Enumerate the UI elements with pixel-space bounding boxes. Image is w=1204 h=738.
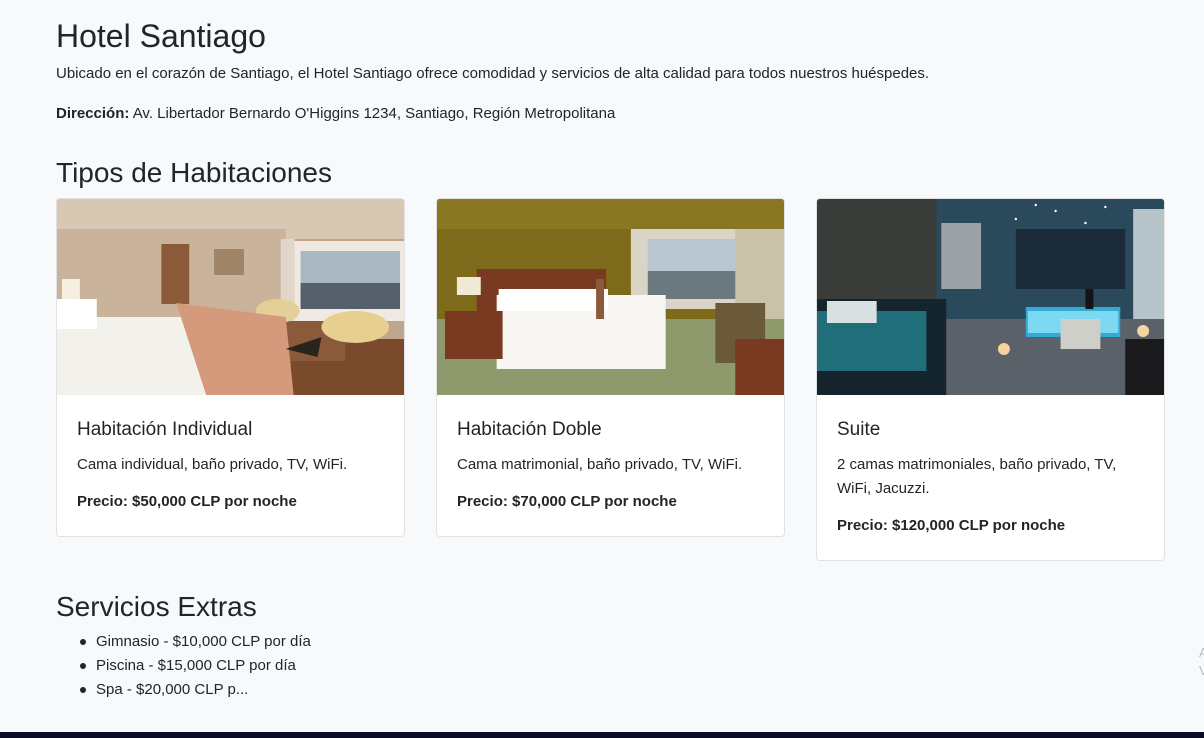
room-name: Habitación Individual <box>77 419 253 440</box>
hotel-address: Dirección: Av. Libertador Bernardo O'Hig… <box>56 103 615 125</box>
room-card-body: Habitación Doble Cama matrimonial, baño … <box>437 395 784 536</box>
rooms-section-title: Tipos de Habitaciones <box>56 157 333 188</box>
room-price: Precio: $70,000 CLP por noche <box>457 493 677 510</box>
room-description: Cama individual, baño privado, TV, WiFi. <box>77 456 348 473</box>
footer-bar <box>0 732 1204 738</box>
room-price: Precio: $50,000 CLP por noche <box>77 493 297 510</box>
room-name: Habitación Doble <box>457 419 602 440</box>
edge-overflow-text: A V <box>1199 645 1204 678</box>
list-item: Gimnasio - $10,000 CLP por día <box>80 630 311 654</box>
room-description: 2 camas matrimoniales, baño privado, TV,… <box>837 456 1117 497</box>
room-photo-doble <box>437 199 784 395</box>
extras-section-title: Servicios Extras <box>56 591 257 622</box>
room-photo-individual <box>57 199 404 395</box>
hotel-description: Ubicado en el corazón de Santiago, el Ho… <box>56 65 930 82</box>
extras-list: Gimnasio - $10,000 CLP por día Piscina -… <box>80 630 311 702</box>
list-item: Piscina - $15,000 CLP por día <box>80 654 311 678</box>
room-card-individual: Habitación Individual Cama individual, b… <box>56 198 405 537</box>
address-label: Dirección: <box>56 105 130 122</box>
address-value: Av. Libertador Bernardo O'Higgins 1234, … <box>132 105 616 122</box>
room-price: Precio: $120,000 CLP por noche <box>837 517 1066 534</box>
list-item: Spa - $20,000 CLP p... <box>80 678 311 702</box>
room-photo-suite <box>817 199 1164 395</box>
room-name: Suite <box>837 419 881 440</box>
room-card-body: Habitación Individual Cama individual, b… <box>57 395 404 536</box>
room-card-doble: Habitación Doble Cama matrimonial, baño … <box>436 198 785 537</box>
room-card-body: Suite 2 camas matrimoniales, baño privad… <box>817 395 1164 560</box>
room-description: Cama matrimonial, baño privado, TV, WiFi… <box>457 456 743 473</box>
hotel-title: Hotel Santiago <box>56 18 266 54</box>
room-card-suite: Suite 2 camas matrimoniales, baño privad… <box>816 198 1165 561</box>
